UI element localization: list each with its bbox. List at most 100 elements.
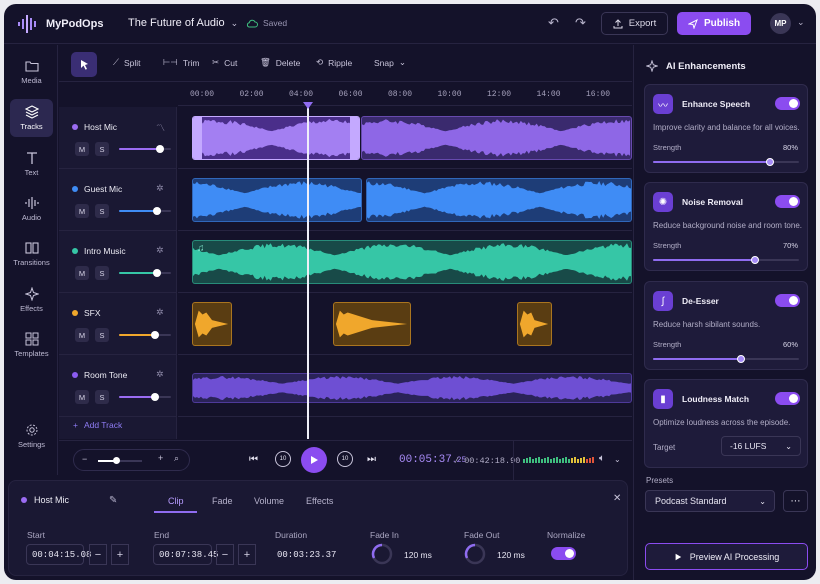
end-decrement[interactable]: − xyxy=(216,544,234,565)
fade-in-dial[interactable] xyxy=(370,542,394,566)
timeline-ruler[interactable]: 00:00 02:00 04:00 06:00 08:00 10:00 12:00 14:00… xyxy=(178,83,632,106)
track-volume-slider[interactable] xyxy=(119,145,171,153)
volume-icon[interactable]: 🔈︎ xyxy=(599,453,605,464)
select-tool-button[interactable] xyxy=(71,52,97,77)
track-header[interactable]: Intro Music ✲ M S xyxy=(59,231,177,293)
clip-trim-handle[interactable] xyxy=(350,117,359,159)
zoom-knob[interactable] xyxy=(113,457,120,464)
slider-knob[interactable] xyxy=(736,355,745,363)
nav-item-effects[interactable]: Effects xyxy=(10,281,53,319)
add-track-button[interactable]: + Add Track xyxy=(73,420,122,430)
chevron-down-icon[interactable]: ⌄ xyxy=(797,17,805,28)
volume-knob[interactable] xyxy=(152,269,161,277)
audio-clip[interactable] xyxy=(192,302,232,346)
audio-clip[interactable] xyxy=(192,116,360,160)
track-header[interactable]: Host Mic 〽 M S xyxy=(59,107,177,169)
enhance-speech-slider[interactable] xyxy=(653,158,799,166)
magnifier-icon[interactable]: ⌕ xyxy=(174,453,179,464)
tab-volume[interactable]: Volume xyxy=(254,496,284,506)
tab-effects[interactable]: Effects xyxy=(306,496,333,506)
volume-knob[interactable] xyxy=(156,145,165,153)
nav-item-templates[interactable]: Templates xyxy=(10,326,53,364)
mute-button[interactable]: M xyxy=(75,142,89,156)
playhead[interactable] xyxy=(307,103,309,439)
track-header[interactable]: Room Tone ✲ M S xyxy=(59,355,177,417)
track-lane[interactable] xyxy=(178,355,632,417)
end-increment[interactable]: + xyxy=(238,544,256,565)
export-button[interactable]: Export xyxy=(601,12,668,35)
mute-button[interactable]: M xyxy=(75,390,89,404)
solo-button[interactable]: S xyxy=(95,390,109,404)
audio-clip[interactable] xyxy=(361,116,632,160)
nav-item-text[interactable]: Text xyxy=(10,145,53,183)
effect-icon[interactable]: ✲ xyxy=(156,369,164,380)
trim-tool[interactable]: ⊢⊣ Trim xyxy=(163,57,200,68)
preview-ai-button[interactable]: Preview AI Processing xyxy=(645,543,808,570)
target-select[interactable]: -16 LUFS ⌄ xyxy=(721,436,801,456)
audio-clip[interactable]: ♫ xyxy=(192,240,632,284)
forward-10-icon[interactable]: 10 xyxy=(337,451,353,467)
solo-button[interactable]: S xyxy=(95,204,109,218)
mute-button[interactable]: M xyxy=(75,328,89,342)
publish-button[interactable]: Publish xyxy=(677,12,751,35)
zoom-slider[interactable] xyxy=(98,457,142,464)
avatar[interactable]: MP xyxy=(770,13,791,34)
effect-icon[interactable]: ✲ xyxy=(156,183,164,194)
redo-icon[interactable]: ↷ xyxy=(575,15,586,31)
waveform-icon[interactable]: 〽 xyxy=(156,121,165,134)
effect-icon[interactable]: ✲ xyxy=(156,307,164,318)
track-header[interactable]: Guest Mic ✲ M S xyxy=(59,169,177,231)
solo-button[interactable]: S xyxy=(95,142,109,156)
track-volume-slider[interactable] xyxy=(119,269,171,277)
fade-out-dial[interactable] xyxy=(463,542,487,566)
track-volume-slider[interactable] xyxy=(119,331,171,339)
timeline-lanes[interactable]: ♫ xyxy=(178,107,632,439)
nav-item-tracks[interactable]: Tracks xyxy=(10,99,53,137)
tab-fade[interactable]: Fade xyxy=(212,496,233,506)
nav-item-settings[interactable]: Settings xyxy=(10,417,53,455)
close-icon[interactable]: ✕ xyxy=(613,493,621,504)
normalize-toggle[interactable] xyxy=(551,547,576,560)
track-volume-slider[interactable] xyxy=(119,393,171,401)
ripple-tool[interactable]: ⟲ Ripple xyxy=(316,57,352,68)
more-options-button[interactable]: ⋯ xyxy=(783,490,808,512)
slider-knob[interactable] xyxy=(751,256,760,264)
undo-icon[interactable]: ↶ xyxy=(548,15,559,31)
volume-knob[interactable] xyxy=(150,393,159,401)
nav-item-media[interactable]: Media xyxy=(10,53,53,91)
track-header[interactable]: SFX ✲ M S xyxy=(59,293,177,355)
snap-dropdown[interactable]: Snap ⌄ xyxy=(374,57,406,68)
start-input[interactable]: 00:04:15.08 xyxy=(26,544,91,565)
track-lane[interactable] xyxy=(178,293,632,355)
clip-trim-handle[interactable] xyxy=(193,117,202,159)
track-volume-slider[interactable] xyxy=(119,207,171,215)
track-lane[interactable]: ♫ xyxy=(178,231,632,293)
solo-button[interactable]: S xyxy=(95,266,109,280)
skip-forward-icon[interactable]: ⏭ xyxy=(367,454,376,465)
end-input[interactable]: 00:07:38.45 xyxy=(153,544,218,565)
de-esser-toggle[interactable] xyxy=(775,294,800,307)
track-lane[interactable] xyxy=(178,169,632,231)
slider-knob[interactable] xyxy=(765,158,774,166)
document-title[interactable]: The Future of Audio ⌄ xyxy=(128,17,238,29)
effect-icon[interactable]: ✲ xyxy=(156,245,164,256)
split-tool[interactable]: ⟋ Split xyxy=(113,57,141,68)
start-decrement[interactable]: − xyxy=(89,544,107,565)
nav-item-transitions[interactable]: Transitions xyxy=(10,235,53,273)
zoom-out-icon[interactable]: − xyxy=(82,454,87,464)
start-increment[interactable]: + xyxy=(111,544,129,565)
nav-item-audio[interactable]: Audio xyxy=(10,190,53,228)
noise-removal-toggle[interactable] xyxy=(775,195,800,208)
track-lane[interactable] xyxy=(178,107,632,169)
pencil-icon[interactable]: ✎ xyxy=(109,495,117,506)
volume-knob[interactable] xyxy=(150,331,159,339)
mute-button[interactable]: M xyxy=(75,204,89,218)
mute-button[interactable]: M xyxy=(75,266,89,280)
chevron-down-icon[interactable]: ⌄ xyxy=(614,455,621,464)
de-esser-slider[interactable] xyxy=(653,355,799,363)
enhance-speech-toggle[interactable] xyxy=(775,97,800,110)
volume-knob[interactable] xyxy=(152,207,161,215)
skip-back-icon[interactable]: ⏮ xyxy=(249,454,258,465)
preset-select[interactable]: Podcast Standard ⌄ xyxy=(645,490,775,512)
delete-tool[interactable]: 🗑︎ Delete xyxy=(260,57,300,68)
